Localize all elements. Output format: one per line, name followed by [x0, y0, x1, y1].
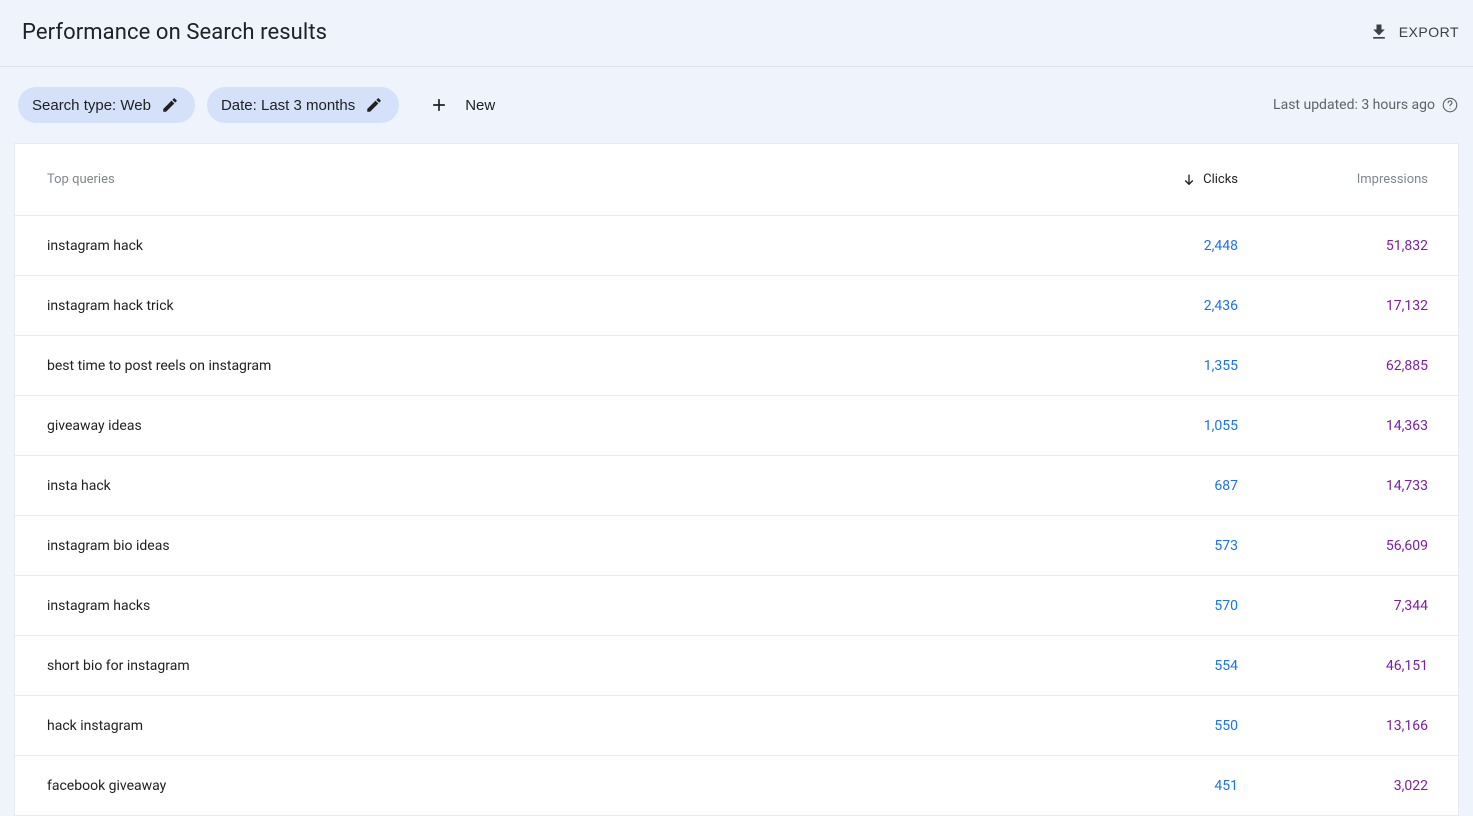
column-header-clicks[interactable]: Clicks [1048, 172, 1238, 188]
impressions-value: 7,344 [1394, 598, 1428, 614]
clicks-cell: 554 [1048, 658, 1238, 674]
column-header-impressions[interactable]: Impressions [1238, 172, 1428, 187]
impressions-value: 14,363 [1386, 418, 1428, 434]
impressions-value: 17,132 [1386, 298, 1428, 314]
queries-table: Top queries Clicks Impressions instagram… [14, 143, 1459, 816]
table-row[interactable]: best time to post reels on instagram 1,35… [15, 336, 1458, 396]
table-body: instagram hack2,44851,832instagram hack … [15, 216, 1458, 816]
impressions-value: 14,733 [1386, 478, 1428, 494]
filter-chips: Search type: Web Date: Last 3 months New [18, 87, 505, 123]
impressions-value: 62,885 [1386, 358, 1428, 374]
date-range-chip[interactable]: Date: Last 3 months [207, 87, 399, 123]
table-row[interactable]: instagram hacks 570 7,344 [15, 576, 1458, 636]
query-cell: short bio for instagram [47, 658, 1048, 674]
impressions-value: 51,832 [1386, 238, 1428, 254]
query-cell: insta hack [47, 478, 1048, 494]
impressions-cell: 62,885 [1238, 358, 1428, 374]
impressions-cell: 7,344 [1238, 598, 1428, 614]
column-header-query[interactable]: Top queries [47, 172, 1048, 187]
impressions-value: 46,151 [1386, 658, 1428, 674]
search-type-chip[interactable]: Search type: Web [18, 87, 195, 123]
table-row[interactable]: facebook giveaway 451 3,022 [15, 756, 1458, 816]
last-updated-text: Last updated: 3 hours ago [1273, 97, 1435, 113]
query-cell: instagram hack trick [47, 298, 1048, 314]
arrow-down-icon [1181, 172, 1197, 188]
impressions-cell: 17,132 [1238, 298, 1428, 314]
query-cell: instagram bio ideas [47, 538, 1048, 554]
table-row[interactable]: hack instagram 550 13,166 [15, 696, 1458, 756]
clicks-value: 1,055 [1204, 418, 1238, 434]
table-row[interactable]: instagram hack trick 2,436 17,132 [15, 276, 1458, 336]
impressions-cell: 46,151 [1238, 658, 1428, 674]
export-label: EXPORT [1399, 24, 1459, 40]
clicks-value: 1,355 [1204, 358, 1238, 374]
export-button[interactable]: EXPORT [1369, 16, 1459, 48]
table-header: Top queries Clicks Impressions [15, 144, 1458, 216]
query-cell: instagram hack [47, 238, 1048, 254]
plus-icon [429, 95, 449, 115]
clicks-value: 2,436 [1204, 298, 1238, 314]
query-cell: facebook giveaway [47, 778, 1048, 794]
clicks-cell: 687 [1048, 478, 1238, 494]
filter-bar: Search type: Web Date: Last 3 months New… [0, 67, 1473, 143]
impressions-value: 3,022 [1394, 778, 1428, 794]
new-label: New [465, 97, 495, 114]
clicks-value: 550 [1214, 718, 1238, 734]
table-row[interactable]: short bio for instagram 554 46,151 [15, 636, 1458, 696]
help-icon[interactable] [1441, 96, 1459, 114]
search-type-label: Search type: Web [32, 97, 151, 114]
query-cell: best time to post reels on instagram [47, 358, 1048, 374]
clicks-value: 573 [1214, 538, 1238, 554]
date-range-label: Date: Last 3 months [221, 97, 355, 114]
clicks-cell: 550 [1048, 718, 1238, 734]
clicks-cell: 2,448 [1048, 238, 1238, 254]
impressions-cell: 14,733 [1238, 478, 1428, 494]
query-cell: giveaway ideas [47, 418, 1048, 434]
pencil-icon [161, 96, 179, 114]
query-cell: hack instagram [47, 718, 1048, 734]
clicks-header-label: Clicks [1203, 172, 1238, 187]
clicks-value: 2,448 [1204, 238, 1238, 254]
clicks-value: 687 [1214, 478, 1238, 494]
clicks-cell: 573 [1048, 538, 1238, 554]
impressions-value: 56,609 [1386, 538, 1428, 554]
impressions-value: 13,166 [1386, 718, 1428, 734]
new-filter-button[interactable]: New [419, 87, 505, 123]
table-row[interactable]: insta hack 687 14,733 [15, 456, 1458, 516]
clicks-cell: 1,355 [1048, 358, 1238, 374]
clicks-cell: 1,055 [1048, 418, 1238, 434]
clicks-cell: 451 [1048, 778, 1238, 794]
pencil-icon [365, 96, 383, 114]
table-row[interactable]: giveaway ideas 1,055 14,363 [15, 396, 1458, 456]
table-row[interactable]: instagram bio ideas 573 56,609 [15, 516, 1458, 576]
table-row[interactable]: instagram hack 2,448 51,832 [15, 216, 1458, 276]
last-updated: Last updated: 3 hours ago [1273, 96, 1459, 114]
impressions-cell: 13,166 [1238, 718, 1428, 734]
download-icon [1369, 22, 1389, 42]
clicks-cell: 2,436 [1048, 298, 1238, 314]
impressions-cell: 3,022 [1238, 778, 1428, 794]
impressions-cell: 56,609 [1238, 538, 1428, 554]
impressions-cell: 14,363 [1238, 418, 1428, 434]
clicks-value: 570 [1214, 598, 1238, 614]
page-title: Performance on Search results [22, 20, 327, 45]
impressions-cell: 51,832 [1238, 238, 1428, 254]
clicks-cell: 570 [1048, 598, 1238, 614]
page-header: Performance on Search results EXPORT [0, 0, 1473, 67]
clicks-value: 451 [1214, 778, 1238, 794]
clicks-value: 554 [1214, 658, 1238, 674]
query-cell: instagram hacks [47, 598, 1048, 614]
